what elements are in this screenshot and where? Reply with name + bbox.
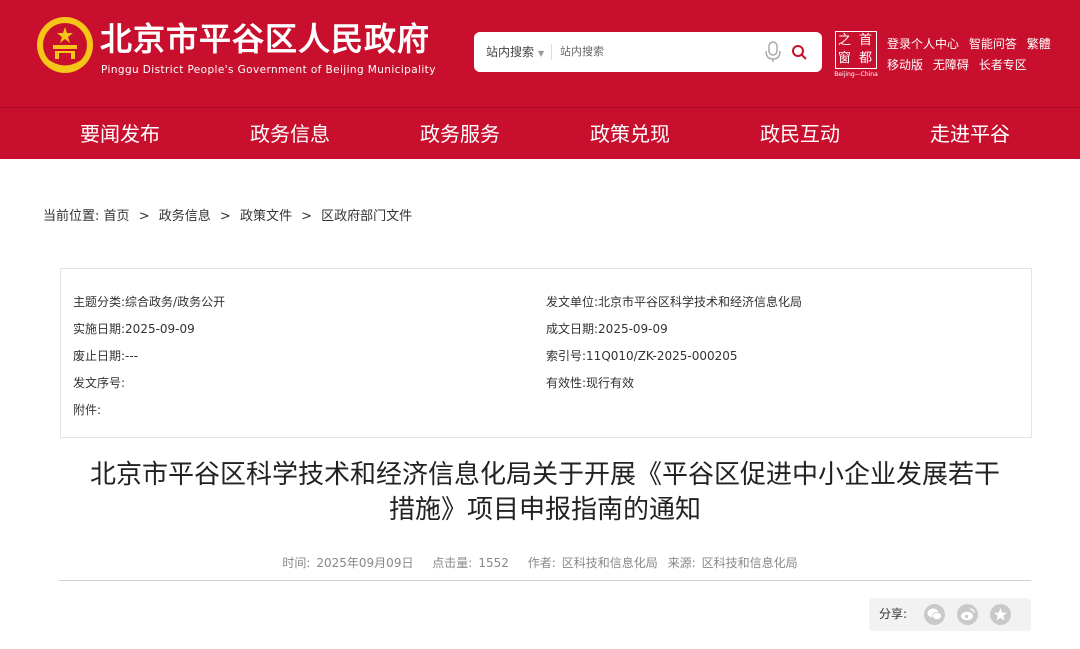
- meta-label: 成文日期:: [546, 322, 599, 336]
- article-title: 北京市平谷区科学技术和经济信息化局关于开展《平谷区促进中小企业发展若干 措施》项…: [50, 458, 1040, 528]
- meta-label: 发文单位:: [546, 295, 599, 309]
- search-divider: [551, 44, 552, 60]
- meta-label: 有效性:: [546, 376, 587, 390]
- wechat-icon[interactable]: [924, 604, 945, 625]
- article-divider: [59, 580, 1031, 581]
- meta-repeal-date: 废止日期:---: [73, 347, 138, 364]
- breadcrumb-separator: >: [301, 209, 312, 224]
- breadcrumb-item-home[interactable]: 首页: [104, 209, 130, 224]
- nav-item-interaction[interactable]: 政民互动: [715, 108, 885, 160]
- nav-item-gov-services[interactable]: 政务服务: [375, 108, 545, 160]
- article-title-line: 北京市平谷区科学技术和经济信息化局关于开展《平谷区促进中小企业发展若干: [89, 460, 1000, 490]
- meta-topic: 主题分类:综合政务/政务公开: [73, 293, 225, 310]
- meta-label: 废止日期:: [73, 349, 126, 363]
- elderly-zone-link[interactable]: 长者专区: [979, 58, 1027, 72]
- breadcrumb-prefix: 当前位置:: [43, 209, 100, 224]
- meta-label: 主题分类:: [73, 295, 126, 309]
- search-input[interactable]: [560, 40, 730, 64]
- meta-value: 11Q010/ZK-2025-000205: [586, 349, 738, 363]
- meta-value: 2025-09-09: [598, 322, 668, 336]
- nav-item-about-pinggu[interactable]: 走进平谷: [885, 108, 1055, 160]
- article-title-line: 措施》项目申报指南的通知: [388, 495, 701, 525]
- time-value: 2025年09月09日: [316, 556, 414, 570]
- mobile-version-link[interactable]: 移动版: [887, 58, 923, 72]
- meta-value: 现行有效: [586, 376, 635, 390]
- weibo-icon[interactable]: [957, 604, 978, 625]
- meta-value: 2025-09-09: [125, 322, 195, 336]
- smart-qa-link[interactable]: 智能问答: [969, 37, 1017, 51]
- meta-label: 发文序号:: [73, 376, 126, 390]
- capital-logo-char: 之: [838, 33, 852, 48]
- breadcrumb-item-policy-docs[interactable]: 政策文件: [240, 209, 292, 224]
- meta-value: 综合政务/政务公开: [125, 295, 226, 309]
- meta-attachment: 附件:: [73, 401, 101, 418]
- site-header: 北京市平谷区人民政府 Pinggu District People's Gove…: [0, 0, 1080, 107]
- microphone-icon[interactable]: [765, 41, 781, 63]
- search-icon[interactable]: [791, 44, 807, 60]
- chevron-down-icon: ▼: [538, 49, 545, 58]
- article-info: 时间: 2025年09月09日 点击量: 1552 作者: 区科技和信息化局 来源: 区…: [0, 554, 1080, 571]
- clicks-label: 点击量:: [432, 556, 473, 570]
- search-scope-label: 站内搜索: [486, 45, 535, 59]
- meta-label: 索引号:: [546, 349, 587, 363]
- search-box: 站内搜索 ▼: [474, 32, 822, 72]
- source-value: 区科技和信息化局: [701, 556, 798, 570]
- author-label: 作者:: [527, 556, 556, 570]
- site-title[interactable]: 北京市平谷区人民政府: [100, 14, 430, 60]
- share-label: 分享:: [879, 607, 908, 621]
- source-label: 来源:: [667, 556, 696, 570]
- author-value: 区科技和信息化局: [561, 556, 658, 570]
- traditional-chinese-link[interactable]: 繁體: [1027, 37, 1051, 51]
- capital-logo-char: 都: [859, 51, 873, 66]
- meta-doc-number: 发文序号:: [73, 374, 125, 391]
- breadcrumb-separator: >: [219, 209, 231, 224]
- header-links: 登录个人中心 智能问答 繁體 移动版 无障碍 长者专区: [887, 34, 1057, 76]
- meta-label: 附件:: [73, 403, 102, 417]
- time-label: 时间:: [282, 556, 311, 570]
- meta-validity: 有效性:现行有效: [546, 374, 634, 391]
- capital-window-logo[interactable]: 之 首 窗 都 Beijing—China: [833, 31, 879, 79]
- main-nav: 要闻发布 政务信息 政务服务 政策兑现 政民互动 走进平谷: [0, 107, 1080, 159]
- document-meta-box: 主题分类:综合政务/政务公开 实施日期:2025-09-09 废止日期:--- …: [60, 268, 1032, 438]
- capital-logo-char: 窗: [838, 51, 852, 66]
- breadcrumb: 当前位置: 首页 > 政务信息 > 政策文件 > 区政府部门文件: [43, 205, 412, 224]
- search-scope-select[interactable]: 站内搜索 ▼: [486, 32, 544, 72]
- meta-label: 实施日期:: [73, 322, 126, 336]
- share-bar: 分享:: [869, 598, 1031, 631]
- national-emblem-icon: [37, 17, 93, 73]
- login-link[interactable]: 登录个人中心: [887, 37, 959, 51]
- clicks-value: 1552: [478, 556, 509, 570]
- favorite-icon[interactable]: [990, 604, 1011, 625]
- nav-item-news[interactable]: 要闻发布: [35, 108, 205, 160]
- meta-effective-date: 实施日期:2025-09-09: [73, 320, 195, 337]
- accessibility-link[interactable]: 无障碍: [933, 58, 969, 72]
- meta-written-date: 成文日期:2025-09-09: [546, 320, 668, 337]
- nav-item-policy[interactable]: 政策兑现: [545, 108, 715, 160]
- breadcrumb-item-dept-docs[interactable]: 区政府部门文件: [321, 209, 412, 224]
- capital-logo-subtitle: Beijing—China: [834, 71, 878, 78]
- nav-item-gov-info[interactable]: 政务信息: [205, 108, 375, 160]
- breadcrumb-item-gov-info[interactable]: 政务信息: [159, 209, 211, 224]
- breadcrumb-separator: >: [138, 209, 150, 224]
- capital-logo-char: 首: [859, 33, 873, 48]
- meta-value: 北京市平谷区科学技术和经济信息化局: [598, 295, 803, 309]
- meta-issuer: 发文单位:北京市平谷区科学技术和经济信息化局: [546, 293, 802, 310]
- meta-value: ---: [125, 349, 139, 363]
- site-subtitle: Pinggu District People's Government of B…: [101, 64, 436, 76]
- meta-index-number: 索引号:11Q010/ZK-2025-000205: [546, 347, 738, 364]
